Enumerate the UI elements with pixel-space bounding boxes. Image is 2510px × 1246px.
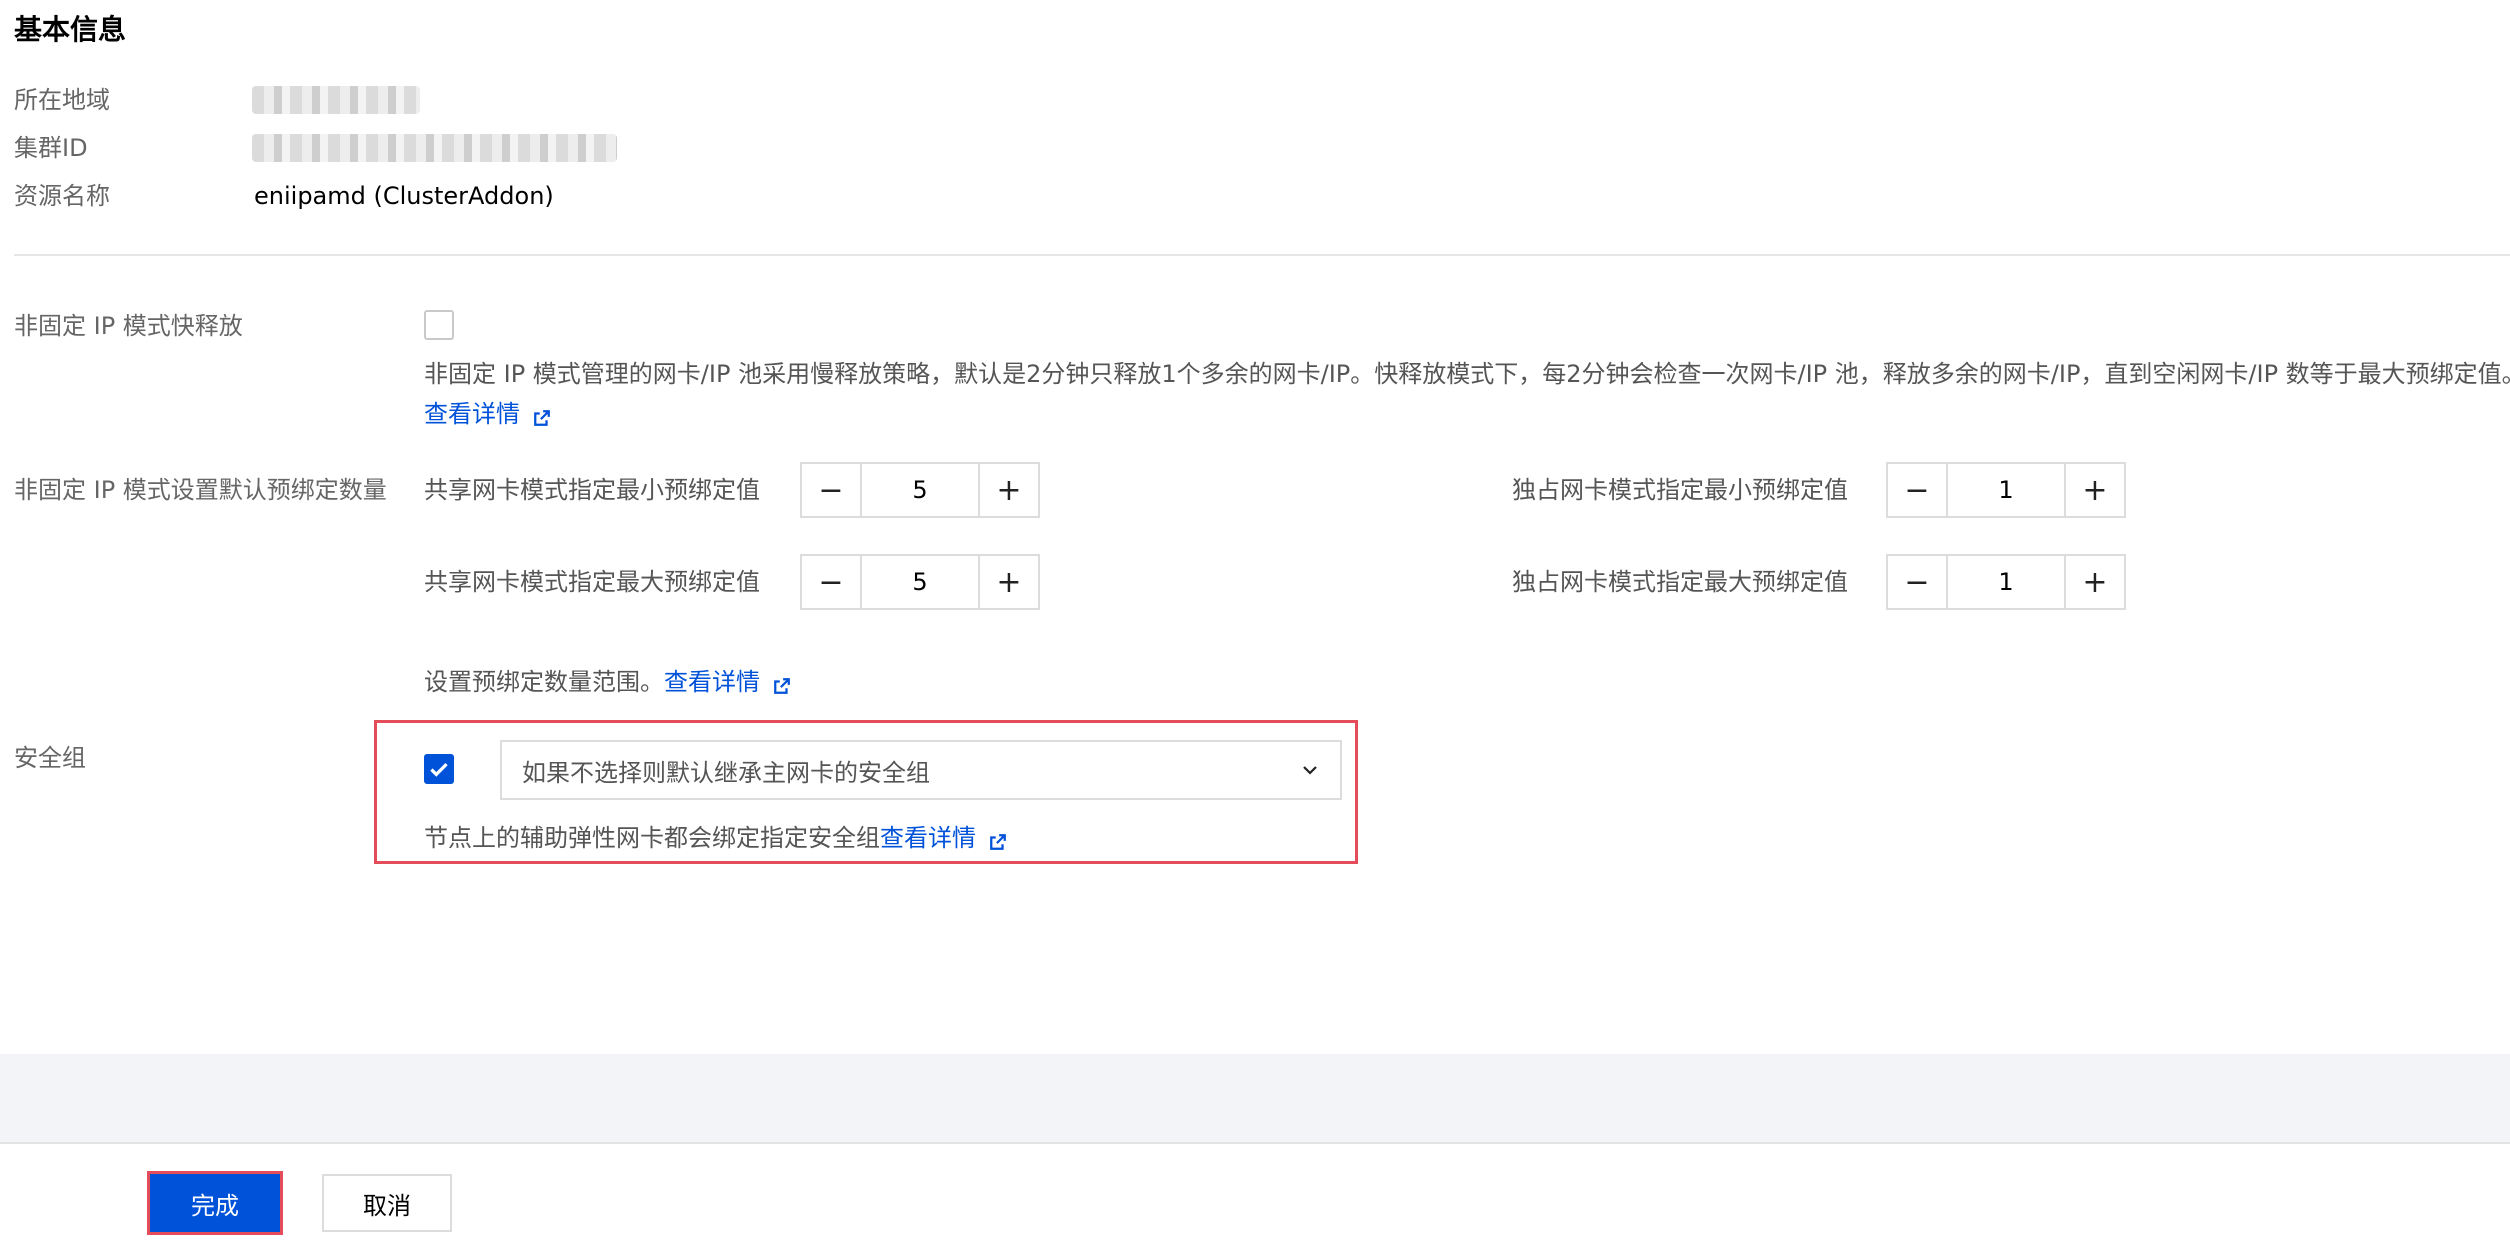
exclusive-max-value[interactable]: 1 <box>1948 556 2064 608</box>
external-link-icon <box>990 833 1006 850</box>
security-group-label: 安全组 <box>14 744 86 772</box>
section-divider <box>14 254 2510 256</box>
chevron-down-icon[interactable] <box>1300 760 1320 780</box>
footer-band <box>0 1054 2510 1144</box>
checkmark-icon <box>430 762 448 777</box>
exclusive-min-value[interactable]: 1 <box>1948 464 2064 516</box>
fast-release-link[interactable]: 查看详情 <box>424 394 551 429</box>
prebind-range-hint: 设置预绑定数量范围。查看详情 <box>424 662 791 698</box>
confirm-button[interactable]: 完成 <box>147 1171 283 1235</box>
exclusive-max-label: 独占网卡模式指定最大预绑定值 <box>1512 568 1848 596</box>
cluster-id-label: 集群ID <box>14 134 88 162</box>
prebind-label: 非固定 IP 模式设置默认预绑定数量 <box>14 476 387 504</box>
exclusive-min-stepper[interactable]: − 1 + <box>1886 462 2126 518</box>
security-group-hint: 节点上的辅助弹性网卡都会绑定指定安全组查看详情 <box>424 818 1007 854</box>
prebind-range-link[interactable]: 查看详情 <box>664 668 760 696</box>
shared-max-label: 共享网卡模式指定最大预绑定值 <box>424 568 760 596</box>
shared-min-value[interactable]: 5 <box>862 464 978 516</box>
security-group-select[interactable]: 如果不选择则默认继承主网卡的安全组 <box>500 740 1342 800</box>
exclusive-max-stepper[interactable]: − 1 + <box>1886 554 2126 610</box>
shared-max-value[interactable]: 5 <box>862 556 978 608</box>
security-group-hint-text: 节点上的辅助弹性网卡都会绑定指定安全组 <box>424 824 880 852</box>
exclusive-max-decrement-button[interactable]: − <box>1888 556 1948 608</box>
exclusive-min-label: 独占网卡模式指定最小预绑定值 <box>1512 476 1848 504</box>
region-value-redacted <box>252 86 420 114</box>
section-title-basic-info: 基本信息 <box>14 13 127 46</box>
cluster-id-value-redacted <box>252 134 617 162</box>
shared-max-decrement-button[interactable]: − <box>802 556 862 608</box>
fast-release-label: 非固定 IP 模式快释放 <box>14 312 243 340</box>
shared-max-increment-button[interactable]: + <box>978 556 1038 608</box>
fast-release-description: 非固定 IP 模式管理的网卡/IP 池采用慢释放策略，默认是2分钟只释放1个多余… <box>424 360 2510 388</box>
cancel-button[interactable]: 取消 <box>322 1174 452 1232</box>
external-link-icon <box>774 677 790 694</box>
prebind-range-text: 设置预绑定数量范围。 <box>424 668 664 696</box>
shared-min-decrement-button[interactable]: − <box>802 464 862 516</box>
security-group-select-placeholder: 如果不选择则默认继承主网卡的安全组 <box>522 758 930 787</box>
exclusive-max-increment-button[interactable]: + <box>2064 556 2124 608</box>
security-group-link[interactable]: 查看详情 <box>880 824 976 852</box>
exclusive-min-decrement-button[interactable]: − <box>1888 464 1948 516</box>
resource-name-value: eniipamd (ClusterAddon) <box>254 182 554 210</box>
exclusive-min-increment-button[interactable]: + <box>2064 464 2124 516</box>
shared-max-stepper[interactable]: − 5 + <box>800 554 1040 610</box>
resource-name-label: 资源名称 <box>14 182 110 210</box>
fast-release-link-text[interactable]: 查看详情 <box>424 400 520 428</box>
fast-release-checkbox[interactable] <box>424 310 454 340</box>
shared-min-stepper[interactable]: − 5 + <box>800 462 1040 518</box>
shared-min-label: 共享网卡模式指定最小预绑定值 <box>424 476 760 504</box>
external-link-icon <box>534 409 550 426</box>
shared-min-increment-button[interactable]: + <box>978 464 1038 516</box>
region-label: 所在地域 <box>14 86 110 114</box>
security-group-checkbox[interactable] <box>424 754 454 784</box>
